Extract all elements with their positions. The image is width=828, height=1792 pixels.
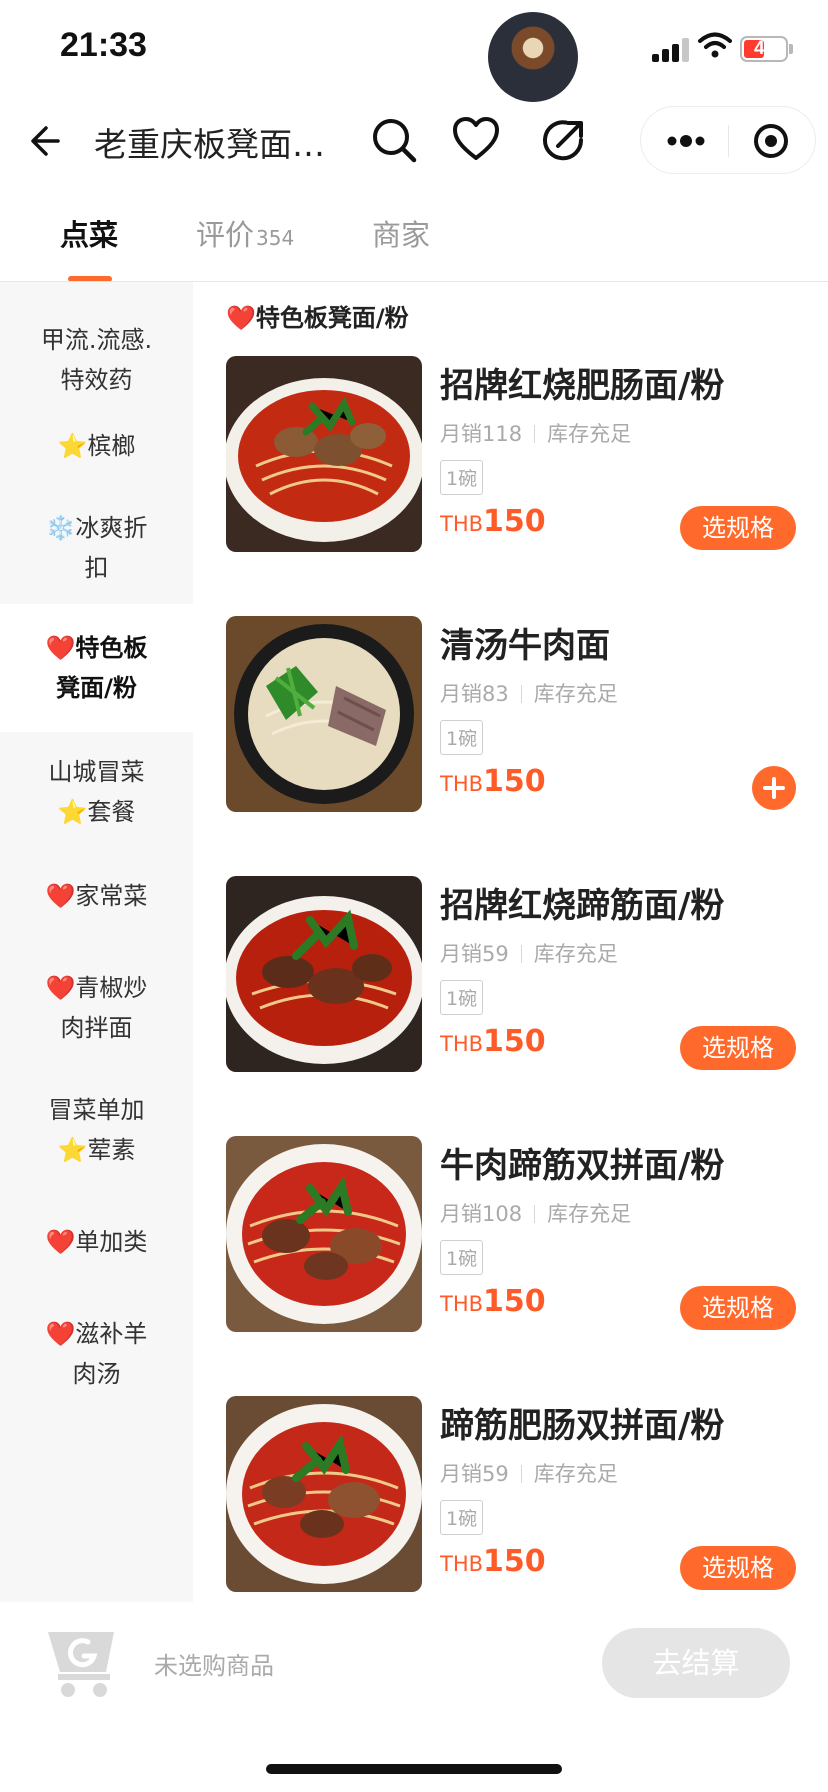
sidebar-item-addons[interactable]: ❤️单加类 xyxy=(0,1222,193,1262)
dish-photo xyxy=(226,616,422,812)
battery-icon: 47 xyxy=(740,36,788,62)
store-title: 老重庆板凳面… xyxy=(94,125,325,164)
sidebar-item-lamb-soup[interactable]: ❤️滋补羊 肉汤 xyxy=(0,1314,193,1394)
review-count: 354 xyxy=(256,226,295,250)
dish-price: THB150 xyxy=(440,504,546,539)
heart-icon[interactable] xyxy=(452,116,500,164)
wifi-icon xyxy=(698,32,732,58)
avatar[interactable] xyxy=(488,12,578,102)
sidebar-item-pepper-pork-noodles[interactable]: ❤️青椒炒 肉拌面 xyxy=(0,968,193,1048)
sidebar-item-maocai-set[interactable]: 山城冒菜 ⭐套餐 xyxy=(0,752,193,832)
miniprogram-capsule xyxy=(640,106,816,174)
dish-price: THB150 xyxy=(440,764,546,799)
dish-meta: 月销83 库存充足 xyxy=(440,682,618,706)
tab-reviews[interactable]: 评价 354 xyxy=(196,212,294,254)
sidebar-corner xyxy=(0,732,193,752)
dish-name: 牛肉蹄筋双拼面/粉 xyxy=(440,1146,725,1186)
dish-price: THB150 xyxy=(440,1284,546,1319)
home-indicator[interactable] xyxy=(266,1764,562,1774)
dish-name: 清汤牛肉面 xyxy=(440,626,610,666)
search-icon[interactable] xyxy=(370,116,418,164)
dish-name: 招牌红烧肥肠面/粉 xyxy=(440,366,725,406)
status-time: 21:33 xyxy=(60,26,147,64)
close-target-icon[interactable] xyxy=(753,123,789,159)
cellular-signal-icon xyxy=(652,38,692,62)
battery-level: 47 xyxy=(754,38,776,59)
dish-photo xyxy=(226,1136,422,1332)
checkout-button[interactable]: 去结算 xyxy=(602,1628,790,1698)
select-spec-button[interactable]: 选规格 xyxy=(680,506,796,550)
more-icon[interactable] xyxy=(667,129,705,153)
add-to-cart-button[interactable] xyxy=(752,766,796,810)
dish-photo xyxy=(226,876,422,1072)
sidebar-item-betel-nut[interactable]: ⭐槟榔 xyxy=(0,426,193,466)
menu-item[interactable]: 清汤牛肉面 月销83 库存充足 1碗 THB150 xyxy=(226,616,796,812)
cart-empty-hint: 未选购商品 xyxy=(154,1652,274,1680)
dish-photo xyxy=(226,1396,422,1592)
cart-icon[interactable] xyxy=(48,1628,124,1698)
sidebar-item-home-dishes[interactable]: ❤️家常菜 xyxy=(0,876,193,916)
dish-meta: 月销108 库存充足 xyxy=(440,1202,632,1226)
spec-tag: 1碗 xyxy=(440,1240,484,1275)
tab-reviews-label: 评价 xyxy=(196,218,255,252)
tab-order-label: 点菜 xyxy=(60,218,119,252)
back-arrow-icon[interactable] xyxy=(28,118,66,164)
dish-meta: 月销59 库存充足 xyxy=(440,942,618,966)
dish-meta: 月销118 库存充足 xyxy=(440,422,632,446)
dish-meta: 月销59 库存充足 xyxy=(440,1462,618,1486)
spec-tag: 1碗 xyxy=(440,720,484,755)
capsule-divider xyxy=(728,125,729,157)
dish-photo xyxy=(226,356,422,552)
sidebar-item-bench-noodles[interactable]: ❤️特色板 凳面/粉 xyxy=(0,604,193,732)
dish-price: THB150 xyxy=(440,1544,546,1579)
dish-price: THB150 xyxy=(440,1024,546,1059)
menu-item[interactable]: 牛肉蹄筋双拼面/粉 月销108 库存充足 1碗 THB150 选规格 xyxy=(226,1136,796,1332)
spec-tag: 1碗 xyxy=(440,980,484,1015)
category-sidebar: 甲流.流感. 特效药 ⭐槟榔 ❄️冰爽折扣 ❤️特色板 凳面/粉 山城冒菜 ⭐套餐 ❤… xyxy=(0,282,193,1602)
battery-tip xyxy=(789,44,793,54)
sidebar-item-cool-discount[interactable]: ❄️冰爽折扣 xyxy=(0,482,193,604)
menu-item[interactable]: 招牌红烧蹄筋面/粉 月销59 库存充足 1碗 THB150 选规格 xyxy=(226,876,796,1072)
select-spec-button[interactable]: 选规格 xyxy=(680,1546,796,1590)
menu-item[interactable]: 招牌红烧肥肠面/粉 月销118 库存充足 1碗 THB150 选规格 xyxy=(226,356,796,552)
dish-name: 蹄筋肥肠双拼面/粉 xyxy=(440,1406,725,1446)
sidebar-item-flu-medicine[interactable]: 甲流.流感. 特效药 xyxy=(0,320,193,400)
section-title: ❤️特色板凳面/粉 xyxy=(226,304,409,332)
spec-tag: 1碗 xyxy=(440,460,484,495)
menu-item[interactable]: 蹄筋肥肠双拼面/粉 月销59 库存充足 1碗 THB150 选规格 xyxy=(226,1396,796,1592)
tab-merchant-label: 商家 xyxy=(372,218,431,252)
select-spec-button[interactable]: 选规格 xyxy=(680,1026,796,1070)
sidebar-item-maocai-addon[interactable]: 冒菜单加 ⭐荤素 xyxy=(0,1090,193,1170)
select-spec-button[interactable]: 选规格 xyxy=(680,1286,796,1330)
tab-merchant[interactable]: 商家 xyxy=(372,212,430,254)
tab-order[interactable]: 点菜 xyxy=(60,212,118,254)
share-icon[interactable] xyxy=(540,116,588,164)
dish-name: 招牌红烧蹄筋面/粉 xyxy=(440,886,725,926)
spec-tag: 1碗 xyxy=(440,1500,484,1535)
